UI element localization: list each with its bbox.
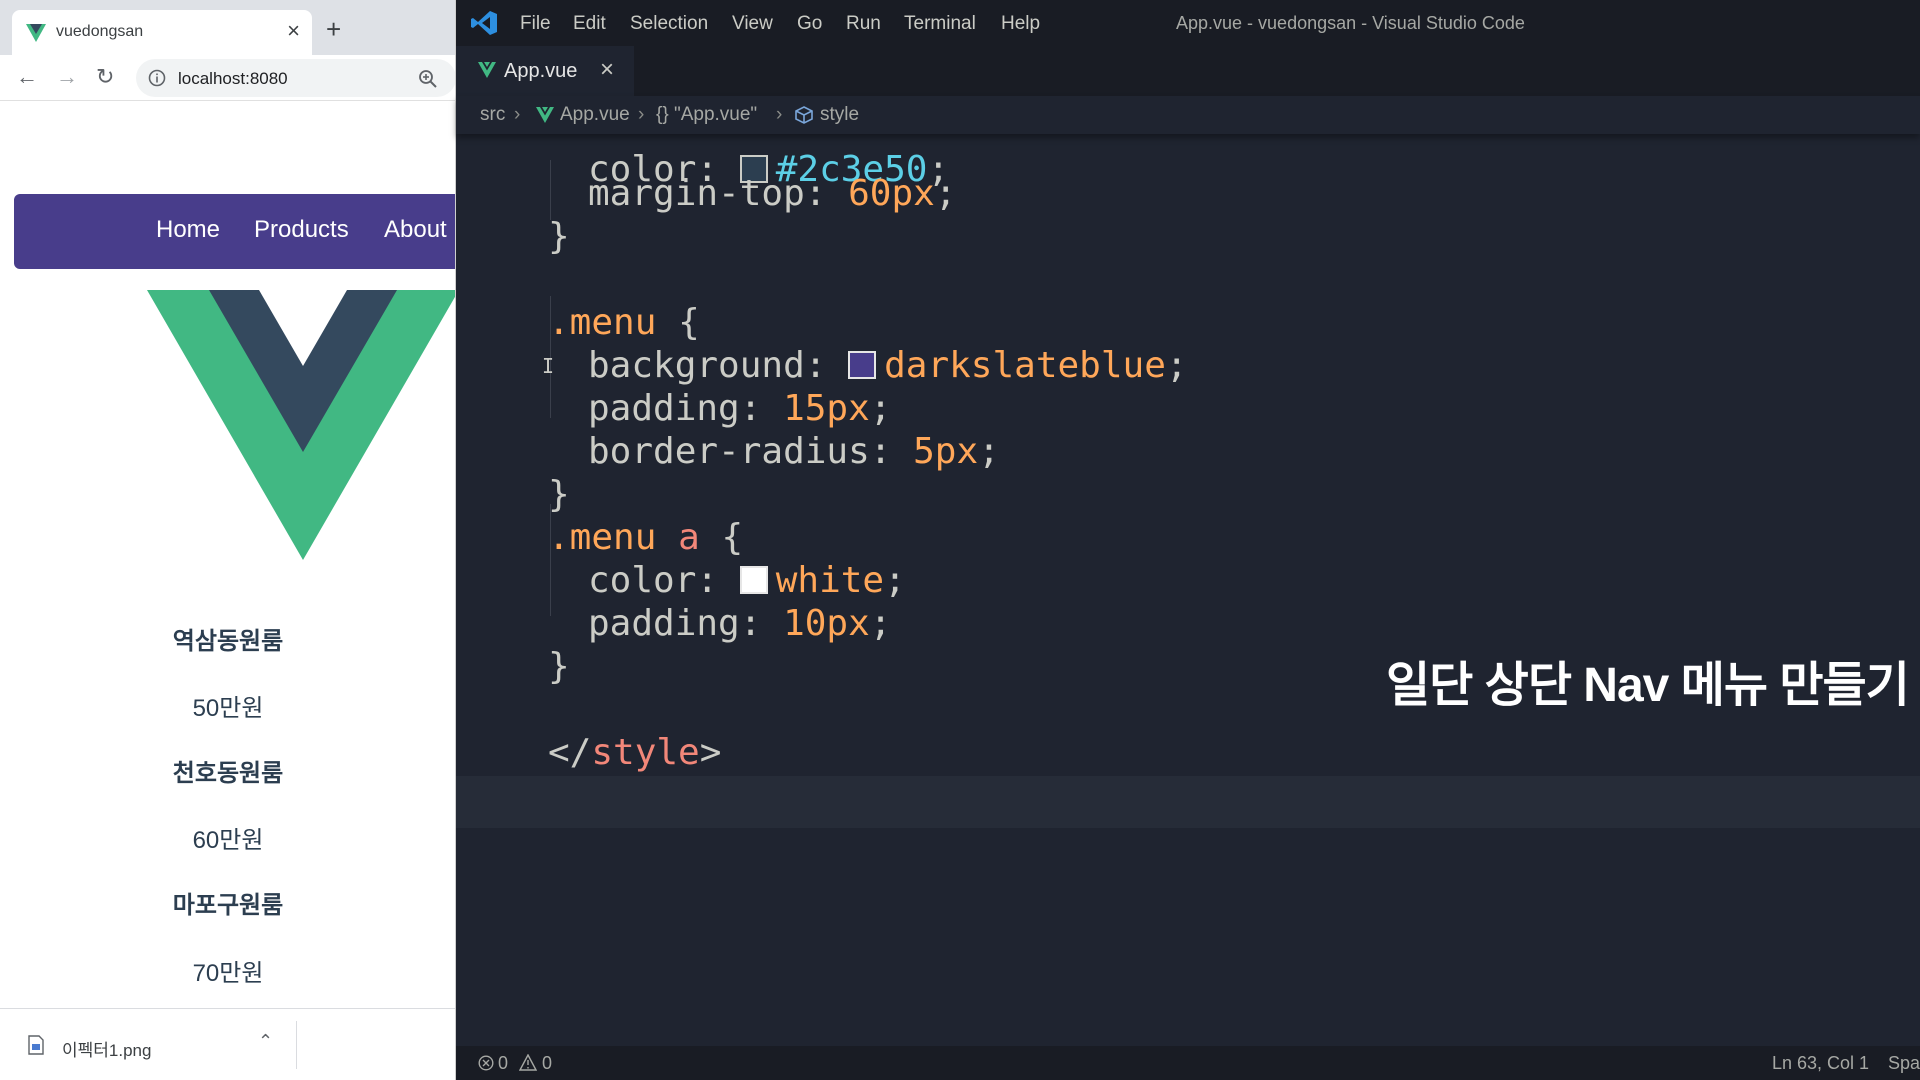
warning-count[interactable]: 0 — [542, 1053, 552, 1074]
indentation-setting[interactable]: Spa — [1888, 1053, 1920, 1074]
breadcrumb-file[interactable]: App.vue — [560, 104, 630, 126]
download-filename[interactable]: 이펙터1.png — [62, 1036, 151, 1061]
nav-link-products[interactable]: Products — [254, 216, 349, 244]
nav-link-home[interactable]: Home — [156, 216, 220, 244]
chevron-up-icon[interactable]: ⌃ — [258, 1031, 273, 1052]
nav-menu: Home Products About — [14, 194, 455, 269]
info-icon[interactable] — [148, 69, 166, 87]
chevron-right-icon: › — [776, 104, 783, 125]
zoom-icon[interactable] — [418, 69, 438, 89]
video-caption: 일단 상단 Nav 메뉴 만들기 — [1386, 659, 1910, 712]
menu-help[interactable]: Help — [1001, 13, 1040, 35]
text-cursor-icon: I — [542, 354, 555, 378]
menu-file[interactable]: File — [520, 13, 551, 35]
code-line: } — [456, 159, 1920, 257]
address-bar[interactable]: localhost:8080 — [136, 59, 455, 97]
tab-label: App.vue — [504, 60, 578, 82]
current-line-highlight — [456, 776, 1920, 828]
menu-go[interactable]: Go — [797, 13, 822, 35]
room-name: 천호동원룸 — [172, 760, 284, 787]
browser-tab[interactable]: vuedongsan × — [12, 10, 312, 55]
breadcrumb-src[interactable]: src — [480, 104, 505, 126]
menu-view[interactable]: View — [732, 13, 773, 35]
style-tag: style — [591, 732, 700, 773]
warning-icon[interactable] — [519, 1054, 537, 1071]
screen: vuedongsan × + ← → ↻ localhost:8080 Home… — [0, 0, 1920, 1080]
browser-tabstrip: vuedongsan × + — [0, 0, 455, 55]
vue-file-icon — [478, 62, 496, 78]
vue-logo — [147, 290, 455, 560]
new-tab-icon[interactable]: + — [326, 16, 341, 42]
vscode-logo-icon — [471, 11, 497, 35]
image-file-icon — [28, 1035, 44, 1055]
vscode-titlebar: File Edit Selection View Go Run Terminal… — [456, 0, 1920, 46]
tab-app-vue[interactable]: App.vue × — [456, 46, 634, 96]
back-icon[interactable]: ← — [16, 64, 38, 90]
vue-file-icon — [536, 107, 554, 123]
room-price: 50만원 — [192, 695, 264, 722]
breadcrumb-style[interactable]: style — [820, 104, 859, 126]
breadcrumb: src › App.vue › {} "App.vue" › style — [456, 96, 1920, 134]
tag-open: </ — [548, 732, 592, 773]
reload-icon[interactable]: ↻ — [96, 64, 114, 90]
code-line: } — [456, 589, 1920, 687]
tag-close: > — [699, 732, 722, 773]
nav-link-about[interactable]: About — [384, 216, 447, 244]
vscode-window: File Edit Selection View Go Run Terminal… — [456, 0, 1920, 1080]
menu-run[interactable]: Run — [846, 13, 881, 35]
menu-edit[interactable]: Edit — [573, 13, 606, 35]
page-content: Home Products About 역삼동원룸 50만원 천호동원룸 60만… — [0, 101, 455, 1008]
divider — [296, 1021, 297, 1069]
close-tab-icon[interactable]: × — [600, 56, 614, 84]
breadcrumb-module[interactable]: {} "App.vue" — [656, 104, 757, 126]
error-count[interactable]: 0 — [498, 1053, 508, 1074]
forward-icon[interactable]: → — [56, 64, 78, 90]
window-title: App.vue - vuedongsan - Visual Studio Cod… — [1176, 13, 1525, 33]
room-name: 역삼동원룸 — [172, 628, 284, 655]
error-icon[interactable] — [478, 1055, 494, 1071]
cube-symbol-icon — [795, 106, 813, 124]
menu-selection[interactable]: Selection — [630, 13, 708, 35]
editor-tabs: App.vue × — [456, 46, 1920, 96]
browser-window: vuedongsan × + ← → ↻ localhost:8080 Home… — [0, 0, 456, 1080]
vue-favicon-icon — [26, 24, 46, 42]
url-text: localhost:8080 — [178, 69, 288, 88]
room-price: 60만원 — [192, 827, 264, 854]
code-editor[interactable]: color: #2c3e50; margin-top: 60px; } .men… — [456, 96, 1920, 1046]
chevron-right-icon: › — [638, 104, 645, 125]
cursor-position[interactable]: Ln 63, Col 1 — [1772, 1053, 1869, 1074]
browser-toolbar: ← → ↻ localhost:8080 — [0, 55, 455, 101]
menu-terminal[interactable]: Terminal — [904, 13, 976, 35]
status-bar: 0 0 Ln 63, Col 1 Spa — [456, 1046, 1920, 1080]
room-name: 마포구원룸 — [172, 892, 284, 919]
close-tab-icon[interactable]: × — [287, 19, 300, 43]
chevron-right-icon: › — [514, 104, 521, 125]
browser-tab-title: vuedongsan — [56, 23, 144, 40]
room-price: 70만원 — [192, 960, 264, 987]
download-bar: 이펙터1.png ⌃ — [0, 1008, 455, 1080]
